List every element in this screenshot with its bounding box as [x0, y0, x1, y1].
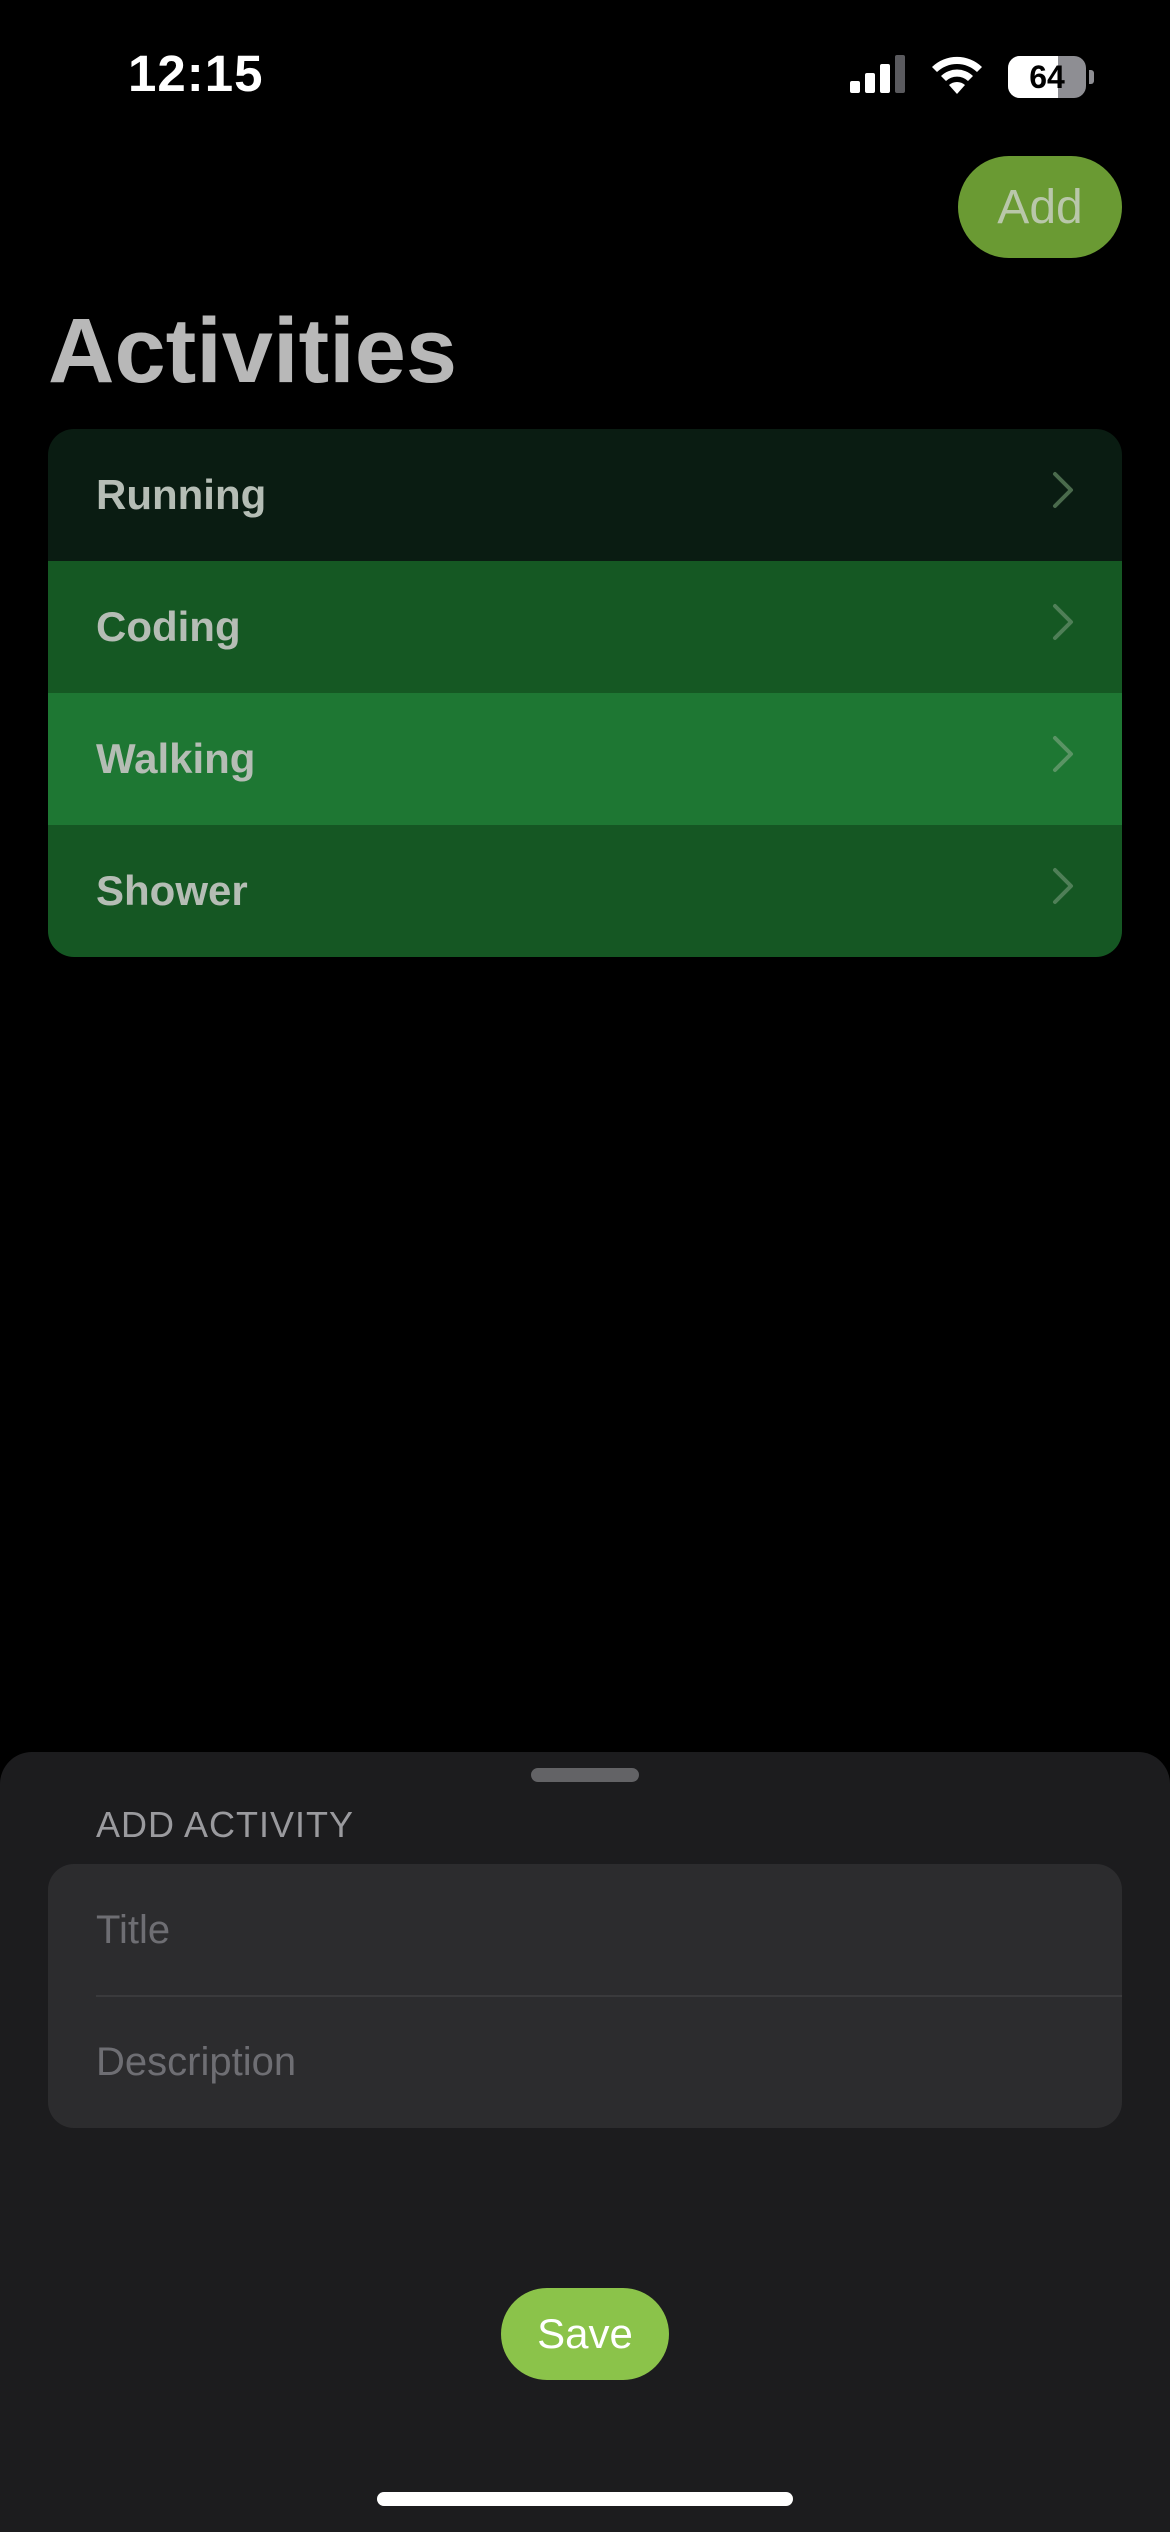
wifi-icon: [930, 54, 984, 99]
battery-level: 64: [1029, 58, 1065, 95]
status-time: 12:15: [128, 45, 264, 102]
title-field[interactable]: [96, 1864, 1122, 1996]
add-button[interactable]: Add: [958, 156, 1122, 258]
add-activity-form: [48, 1864, 1122, 2128]
status-icons: 64: [850, 54, 1094, 99]
chevron-right-icon: [1052, 866, 1074, 916]
sheet-grabber[interactable]: [531, 1768, 639, 1782]
cellular-signal-icon: [850, 55, 906, 98]
chevron-right-icon: [1052, 470, 1074, 520]
save-button[interactable]: Save: [501, 2288, 669, 2380]
section-header: ADD ACTIVITY: [96, 1804, 355, 1845]
list-item-running[interactable]: Running: [48, 429, 1122, 561]
page-title: Activities: [48, 300, 458, 402]
battery-body: 64: [1008, 55, 1086, 98]
list-item-label: Running: [96, 471, 267, 518]
list-item-label: Walking: [96, 735, 256, 782]
list-item-label: Coding: [96, 603, 241, 650]
list-item-walking[interactable]: Walking: [48, 693, 1122, 825]
list-item-shower[interactable]: Shower: [48, 825, 1122, 957]
list-item-label: Shower: [96, 867, 248, 914]
status-bar: 12:15 64: [0, 0, 1170, 150]
chevron-right-icon: [1052, 602, 1074, 652]
description-field[interactable]: [96, 1996, 1122, 2128]
home-indicator: [377, 2492, 793, 2506]
battery-cap: [1089, 69, 1094, 84]
add-activity-sheet: ADD ACTIVITY Save: [0, 1752, 1170, 2532]
activity-list: Running Coding Walking Shower: [48, 429, 1122, 957]
chevron-right-icon: [1052, 734, 1074, 784]
battery-icon: 64: [1008, 55, 1094, 98]
list-item-coding[interactable]: Coding: [48, 561, 1122, 693]
